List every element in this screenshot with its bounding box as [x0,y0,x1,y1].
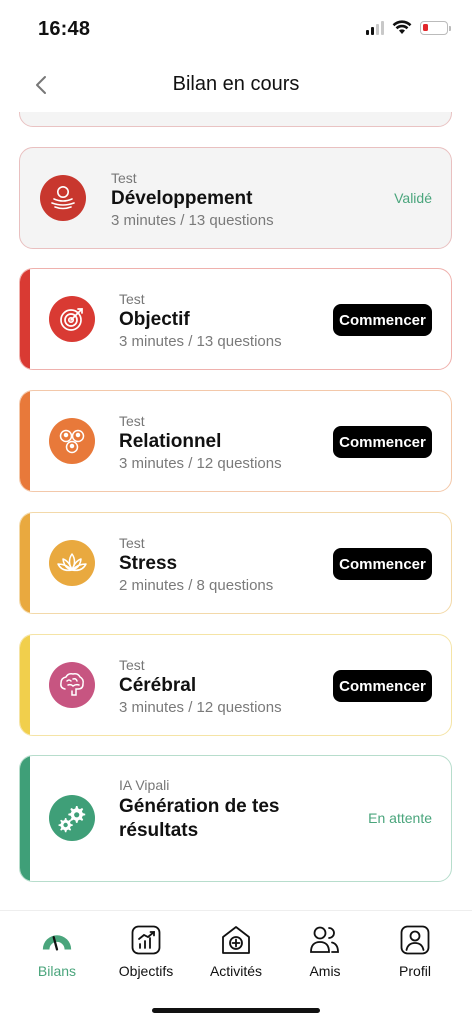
test-list[interactable]: Test Développement 3 minutes / 13 questi… [0,112,472,910]
card-label: Test [119,413,145,429]
card-title: Objectif [119,309,190,330]
card-label: Test [111,170,137,186]
card-label: Test [119,291,145,307]
start-button[interactable]: Commencer [333,426,432,458]
card-subtitle: 3 minutes / 13 questions [119,333,282,350]
tab-label: Bilans [37,963,77,979]
tab-label: Amis [309,963,341,979]
brain-icon [49,662,95,708]
battery-icon [420,20,451,35]
test-card-relationnel[interactable]: Test Relationnel 3 minutes / 12 question… [19,390,452,492]
start-button[interactable]: Commencer [333,670,432,702]
tab-label: Profil [399,963,431,979]
status-icons [366,20,451,35]
tab-label: Objectifs [118,963,174,979]
nav-header: Bilan en cours [0,58,472,112]
card-title: Relationnel [119,431,222,452]
tab-objectifs[interactable]: Objectifs [101,923,191,979]
start-button[interactable]: Commencer [333,304,432,336]
signal-icon [366,20,384,35]
gears-icon [49,795,95,841]
page-title: Bilan en cours [172,73,300,95]
test-card-stress[interactable]: Test Stress 2 minutes / 8 questions Comm… [19,512,452,614]
home-indicator [152,1008,320,1013]
lotus-icon [49,540,95,586]
card-label: Test [119,535,145,551]
tab-bilans[interactable]: Bilans [12,923,102,979]
card-title: résultats [119,820,199,841]
start-button[interactable]: Commencer [333,548,432,580]
card-subtitle: 2 minutes / 8 questions [119,577,274,594]
card-title: Génération de tes [119,796,280,817]
people-icon [49,418,95,464]
test-card-cerebral[interactable]: Test Cérébral 3 minutes / 12 questions C… [19,634,452,736]
test-card-developpement[interactable]: Test Développement 3 minutes / 13 questi… [19,147,452,249]
card-label: IA Vipali [119,777,170,793]
card-subtitle: 3 minutes / 12 questions [119,455,282,472]
development-icon [40,175,86,221]
house-plus-icon [219,923,253,957]
card-title: Développement [111,188,253,209]
tab-label: Activités [209,963,263,979]
wifi-icon [392,20,412,34]
friends-icon [308,923,342,957]
status-pending: En attente [368,810,432,826]
tab-bar: Bilans Objectifs Activités Amis Profil [0,910,472,1024]
previous-card [19,112,452,127]
results-generation-card: IA Vipali Génération de tes résultats En… [19,755,452,882]
card-subtitle: 3 minutes / 13 questions [111,212,274,229]
tab-amis[interactable]: Amis [280,923,370,979]
card-label: Test [119,657,145,673]
card-title: Cérébral [119,675,197,696]
status-validated: Validé [394,190,432,206]
card-title: Stress [119,553,178,574]
card-subtitle: 3 minutes / 12 questions [119,699,282,716]
test-card-objectif[interactable]: Test Objectif 3 minutes / 13 questions C… [19,268,452,370]
tab-activites[interactable]: Activités [191,923,281,979]
status-time: 16:48 [38,18,91,40]
chart-icon [129,923,163,957]
target-icon [49,296,95,342]
profile-icon [398,923,432,957]
status-bar: 16:48 [0,0,472,58]
gauge-icon [40,923,74,957]
tab-profil[interactable]: Profil [370,923,460,979]
